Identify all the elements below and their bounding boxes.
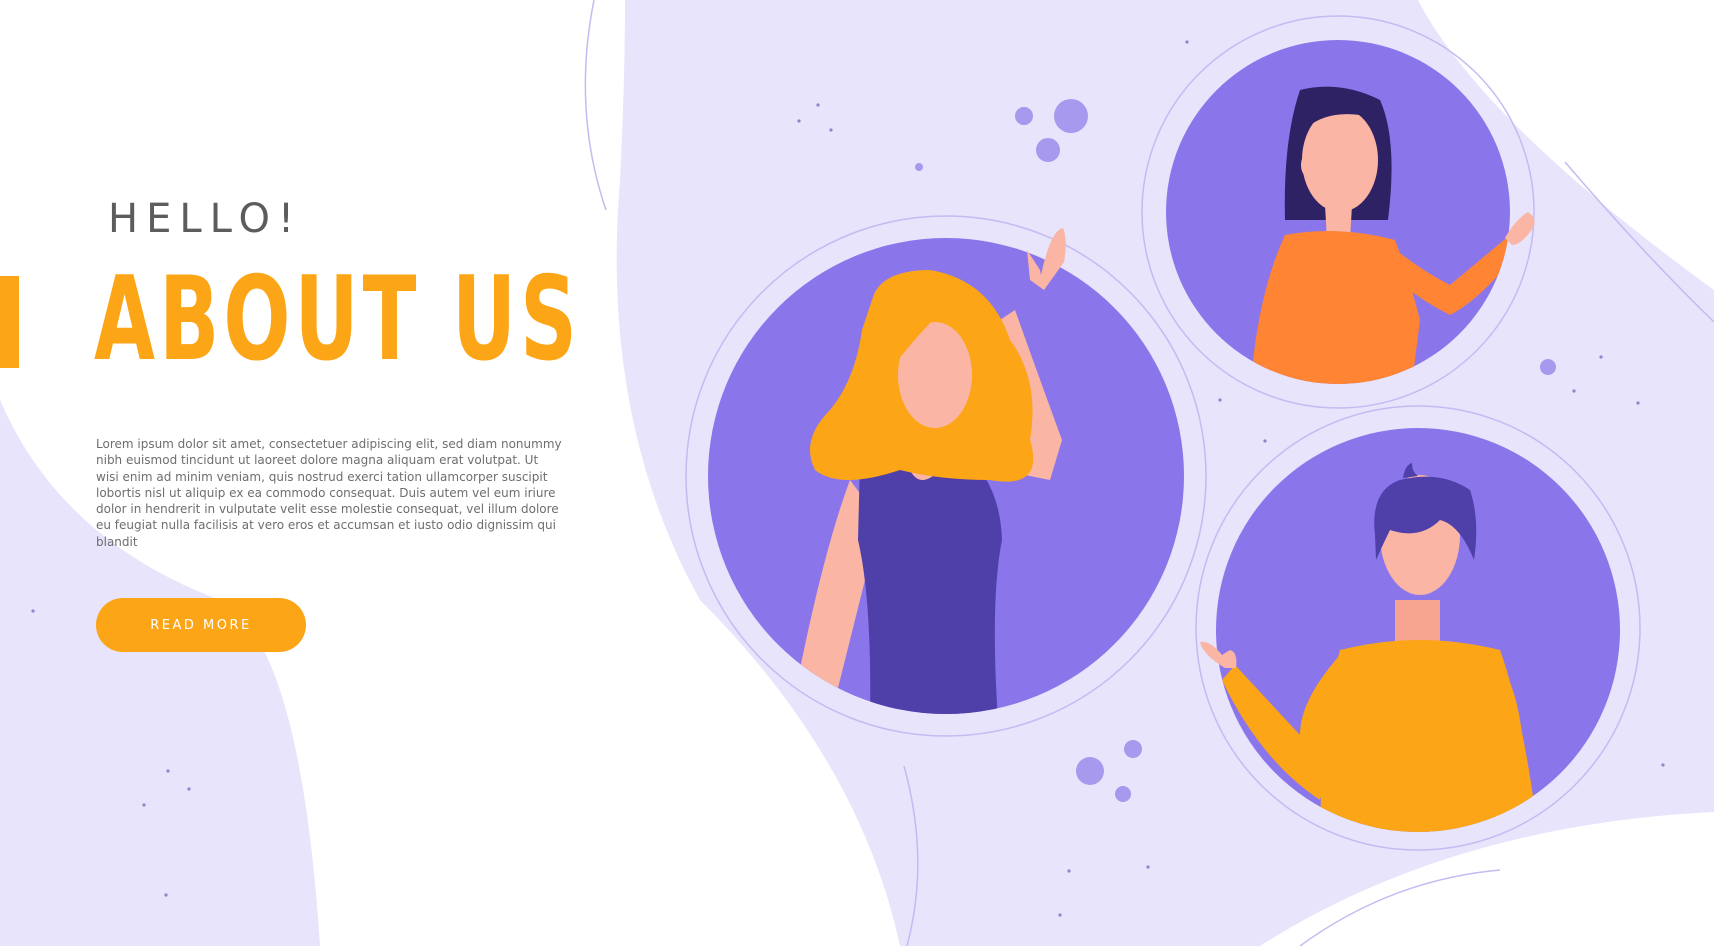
left-accent-bar (0, 276, 19, 368)
page-canvas: HELLO! ABOUT US Lorem ipsum dolor sit am… (0, 0, 1714, 946)
intro-paragraph: Lorem ipsum dolor sit amet, consectetuer… (96, 437, 562, 549)
read-more-button[interactable]: READ MORE (96, 598, 306, 652)
page-title: ABOUT US (94, 252, 582, 387)
greeting-heading: HELLO! (108, 196, 303, 242)
